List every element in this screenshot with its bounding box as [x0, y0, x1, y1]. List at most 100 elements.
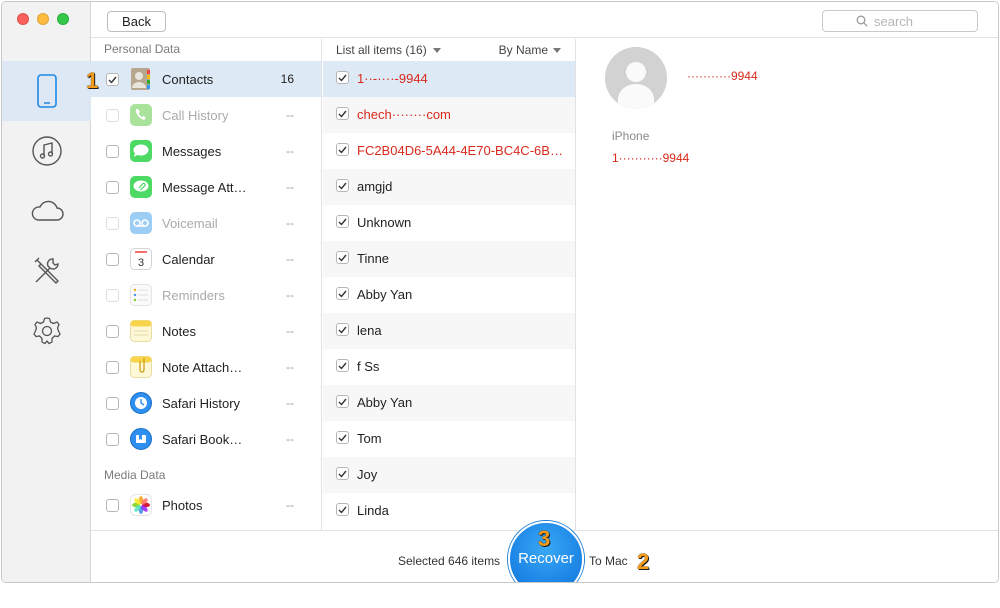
toolbar: Back	[91, 2, 998, 38]
step-badge-2: 2	[637, 549, 650, 574]
list-filter-dropdown[interactable]: List all items (16)	[336, 43, 441, 57]
list-item[interactable]: Tinne	[323, 241, 575, 277]
item-checkbox[interactable]	[336, 287, 349, 300]
search-box[interactable]	[822, 10, 978, 32]
item-checkbox[interactable]	[336, 323, 349, 336]
item-checkbox[interactable]	[336, 143, 349, 156]
list-item[interactable]: amgjd	[323, 169, 575, 205]
category-safari-bookmarks[interactable]: Safari Book… --	[91, 421, 321, 457]
window-controls	[17, 13, 69, 25]
safari-history-checkbox[interactable]	[106, 397, 119, 410]
category-note-attachments[interactable]: Note Attach… --	[91, 349, 321, 385]
list-item[interactable]: Tom	[323, 421, 575, 457]
item-label: Joy	[357, 467, 378, 482]
item-checkbox[interactable]	[336, 107, 349, 120]
item-label: f Ss	[357, 359, 380, 374]
step-badge-3: 3	[538, 526, 551, 551]
message-attachments-checkbox[interactable]	[106, 181, 119, 194]
list-item[interactable]: chech········com	[323, 97, 575, 133]
items-rows: 1··-····-9944 chech········com FC2B04D6-…	[323, 61, 575, 529]
item-checkbox[interactable]	[336, 431, 349, 444]
sort-label: By Name	[498, 43, 548, 57]
item-checkbox[interactable]	[336, 71, 349, 84]
notes-icon	[130, 320, 152, 342]
category-label: Messages	[162, 144, 222, 159]
note-attachments-checkbox[interactable]	[106, 361, 119, 374]
call-history-checkbox[interactable]	[106, 109, 119, 122]
category-voicemail[interactable]: Voicemail --	[91, 205, 321, 241]
side-rail	[2, 2, 91, 582]
minimize-window-button[interactable]	[37, 13, 49, 25]
step-badge-1: 1	[86, 68, 99, 93]
back-button[interactable]: Back	[107, 11, 166, 32]
item-checkbox[interactable]	[336, 215, 349, 228]
category-contacts[interactable]: Contacts 16	[91, 61, 321, 97]
phone-icon	[130, 104, 152, 126]
category-photos[interactable]: Photos --	[91, 487, 321, 523]
safari-bookmarks-checkbox[interactable]	[106, 433, 119, 446]
list-item[interactable]: FC2B04D6-5A44-4E70-BC4C-6B100…	[323, 133, 575, 169]
list-item[interactable]: Joy	[323, 457, 575, 493]
sort-dropdown[interactable]: By Name	[499, 43, 561, 57]
category-label: Note Attach…	[162, 360, 243, 375]
item-label: chech········com	[357, 107, 451, 122]
contacts-checkbox[interactable]	[106, 73, 119, 86]
calendar-checkbox[interactable]	[106, 253, 119, 266]
item-checkbox[interactable]	[336, 179, 349, 192]
category-label: Reminders	[162, 288, 225, 303]
person-icon	[605, 47, 667, 109]
item-checkbox[interactable]	[336, 503, 349, 516]
svg-text:3: 3	[138, 257, 144, 269]
list-item[interactable]: f Ss	[323, 349, 575, 385]
to-mac-destination[interactable]: To Mac	[589, 554, 628, 568]
chevron-down-icon	[432, 47, 441, 53]
music-icon	[31, 136, 62, 166]
list-filter-label: List all items (16)	[336, 43, 427, 57]
item-checkbox[interactable]	[336, 395, 349, 408]
item-label: Linda	[357, 503, 389, 518]
rail-item-settings[interactable]	[2, 301, 91, 361]
item-label: 1··-····-9944	[357, 71, 428, 86]
close-window-button[interactable]	[17, 13, 29, 25]
item-checkbox[interactable]	[336, 251, 349, 264]
category-notes[interactable]: Notes --	[91, 313, 321, 349]
list-item[interactable]: lena	[323, 313, 575, 349]
category-message-attachments[interactable]: Message Att… --	[91, 169, 321, 205]
category-count: --	[286, 216, 294, 230]
rail-item-tools[interactable]	[2, 241, 91, 301]
rail-item-itunes[interactable]	[2, 121, 91, 181]
item-label: Tom	[357, 431, 382, 446]
category-count: --	[286, 144, 294, 158]
items-list-panel: List all items (16) By Name 1··-····-994…	[323, 39, 576, 530]
category-calendar[interactable]: 3 Calendar --	[91, 241, 321, 277]
contacts-icon	[131, 68, 150, 90]
category-count: --	[286, 360, 294, 374]
list-item[interactable]: 1··-····-9944	[323, 61, 575, 97]
category-safari-history[interactable]: Safari History --	[91, 385, 321, 421]
voicemail-checkbox[interactable]	[106, 217, 119, 230]
messages-checkbox[interactable]	[106, 145, 119, 158]
list-item[interactable]: Abby Yan	[323, 277, 575, 313]
category-messages[interactable]: Messages --	[91, 133, 321, 169]
item-checkbox[interactable]	[336, 359, 349, 372]
category-count: 16	[280, 72, 294, 86]
iphone-icon	[36, 74, 57, 108]
category-reminders[interactable]: Reminders --	[91, 277, 321, 313]
rail-item-device[interactable]	[2, 61, 91, 121]
category-label: Voicemail	[162, 216, 218, 231]
category-label: Calendar	[162, 252, 215, 267]
search-input[interactable]	[874, 13, 944, 29]
photos-checkbox[interactable]	[106, 499, 119, 512]
list-item[interactable]: Abby Yan	[323, 385, 575, 421]
reminders-checkbox[interactable]	[106, 289, 119, 302]
category-panel: Personal Data Contacts 16 Call History -…	[91, 39, 322, 530]
list-item[interactable]: Unknown	[323, 205, 575, 241]
maximize-window-button[interactable]	[57, 13, 69, 25]
rail-item-icloud[interactable]	[2, 181, 91, 241]
notes-checkbox[interactable]	[106, 325, 119, 338]
photos-icon	[130, 494, 152, 516]
avatar	[605, 47, 667, 109]
messages-icon	[130, 140, 152, 162]
category-call-history[interactable]: Call History --	[91, 97, 321, 133]
item-checkbox[interactable]	[336, 467, 349, 480]
